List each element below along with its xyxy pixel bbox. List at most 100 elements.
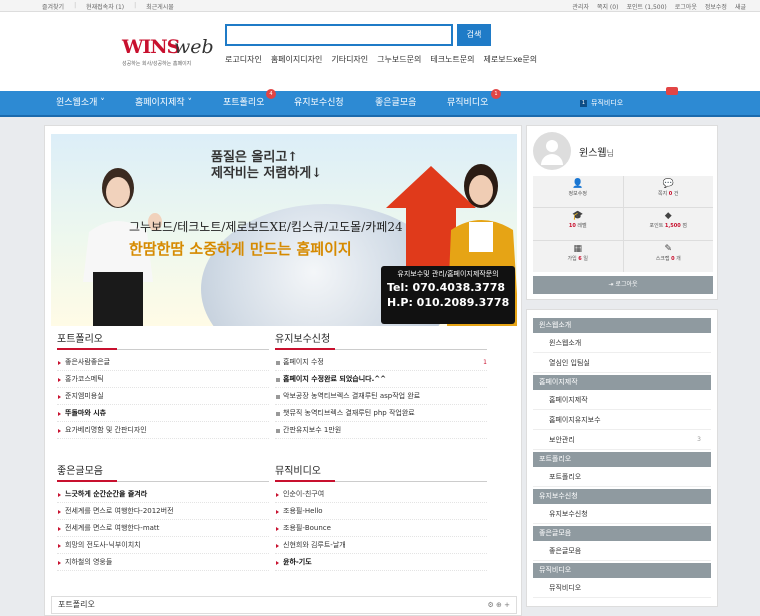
- nav-item-portfolio[interactable]: 포트폴리오: [223, 91, 264, 117]
- header: WINS web 성공하는 회사/성공하는 홈페이지 검색 로고디자인 홈페이지…: [0, 12, 760, 91]
- list-item[interactable]: 악보공장 농역티브렉스 결재루틴 asp작업 완료: [275, 388, 487, 405]
- calendar-icon: ▦: [573, 243, 582, 254]
- list-item[interactable]: 챗뮤직 농역티브렉스 결재루틴 php 작업완료: [275, 405, 487, 422]
- sidebar-item-count: 3: [697, 436, 701, 443]
- main-content: 품질은 올리고↑ 제작비는 저렴하게↓ 그누보드/테크노트/제로보드XE/킴스큐…: [44, 125, 522, 616]
- sidebar-item-about[interactable]: 윈스웹소개: [533, 333, 711, 353]
- profile-nickname: 윈스웹: [579, 148, 607, 159]
- list-item[interactable]: 조용필-Bounce: [275, 520, 487, 537]
- sidebar-item-label: 보안관리: [549, 436, 575, 444]
- nav-item-music-video[interactable]: 뮤직비디오: [447, 91, 488, 117]
- sidebar-item-security[interactable]: 보안관리 3: [533, 430, 711, 450]
- maintenance-latest-box: 유지보수신청 홈페이지 수정 1 홈페이지 수정완료 되었습니다.^^ 악보공장 …: [275, 330, 487, 439]
- box-title[interactable]: 유지보수신청: [275, 330, 487, 350]
- sidebar-group-good-writing[interactable]: 좋은글모음: [533, 526, 711, 541]
- profile-edit-cell[interactable]: 👤 정보수정: [533, 176, 623, 208]
- sidebar-group-homepage[interactable]: 홈페이지제작: [533, 375, 711, 390]
- paperclip-icon: ✎: [664, 243, 673, 254]
- search-input[interactable]: [225, 24, 453, 46]
- list-item[interactable]: 요가베리명함 및 간판디자인: [57, 422, 269, 439]
- cell-unit: 점: [680, 223, 687, 230]
- quick-link-logo-design[interactable]: 로고디자인: [225, 54, 262, 65]
- cell-unit: 일: [581, 255, 588, 262]
- gallery-title[interactable]: 포트폴리오: [58, 600, 95, 609]
- favorites-link[interactable]: 즐겨찾기: [42, 2, 64, 11]
- profile-memo-cell[interactable]: 💬 쪽지 0 건: [623, 176, 713, 208]
- nav-item-maintenance[interactable]: 유지보수신청: [294, 91, 344, 117]
- list-item[interactable]: 홈페이지 수정완료 되었습니다.^^: [275, 371, 487, 388]
- new-posts-link[interactable]: 새글: [735, 2, 746, 11]
- cell-unit: 레벨: [575, 223, 587, 230]
- banner-slogan: 한땀한땀 소중하게 만드는 홈페이지: [129, 240, 352, 258]
- site-logo[interactable]: WINS web 성공하는 회사/성공하는 홈페이지: [122, 36, 218, 74]
- current-users-link[interactable]: 현재접속자 (1): [86, 2, 124, 11]
- cell-label: 스크랩: [655, 255, 672, 262]
- quick-link-homepage-design[interactable]: 홈페이지디자인: [271, 54, 323, 65]
- contact-tel: Tel: 070.4038.3778: [387, 281, 506, 294]
- list-item-text: 홈페이지 수정: [283, 358, 324, 366]
- points-link[interactable]: 포인트 (1,500): [626, 2, 666, 11]
- list-item[interactable]: 윤하-기도: [275, 554, 487, 571]
- list-item[interactable]: 홈페이지 수정 1: [275, 354, 487, 371]
- nav-music-video-shortcut[interactable]: 1 뮤직비디오: [580, 91, 623, 115]
- list-item[interactable]: 홍가코스메틱: [57, 371, 269, 388]
- quick-link-etc-design[interactable]: 기타디자인: [331, 54, 368, 65]
- memo-link[interactable]: 쪽지 (0): [597, 2, 618, 11]
- profile-points-cell[interactable]: ◆ 포인트 1,500 점: [623, 208, 713, 240]
- list-item[interactable]: 신현희와 김루트-날개: [275, 537, 487, 554]
- logout-link[interactable]: 로그아웃: [675, 2, 697, 11]
- list-item[interactable]: 준지엠미용실: [57, 388, 269, 405]
- sidebar-item-maintenance[interactable]: 유지보수신청: [533, 504, 711, 524]
- nav-item-homepage[interactable]: 홈페이지제작 ˅: [135, 91, 192, 117]
- cell-label: 포인트: [649, 223, 665, 230]
- contact-hp: H.P: 010.2089.3778: [387, 296, 510, 309]
- admin-link[interactable]: 관리자: [572, 2, 589, 11]
- main-banner[interactable]: 품질은 올리고↑ 제작비는 저렴하게↓ 그누보드/테크노트/제로보드XE/킴스큐…: [51, 134, 517, 326]
- cell-value: 10: [568, 223, 576, 230]
- quick-links: 로고디자인 홈페이지디자인 기타디자인 그누보드문의 테크노트문의 제로보드xe…: [225, 54, 537, 65]
- list-item[interactable]: 전세계를 면스로 여행한다-2012버전: [57, 503, 269, 520]
- chat-icon: 💬: [662, 179, 674, 189]
- avatar: [533, 132, 571, 170]
- list-item[interactable]: 조용필-Hello: [275, 503, 487, 520]
- sidebar-item-homepage[interactable]: 홈페이지제작: [533, 390, 711, 410]
- sidebar-item-good-writing[interactable]: 좋은글모음: [533, 541, 711, 561]
- list-item[interactable]: 느긋하게 순간순간을 즐겨라: [57, 486, 269, 503]
- gallery-controls-icon[interactable]: ⚙ ⊕ +: [488, 597, 510, 613]
- nav-marker: [666, 87, 678, 95]
- logout-button[interactable]: ⇥ 로그아웃: [533, 276, 713, 294]
- list-item[interactable]: 전세계를 면스로 여행한다-matt: [57, 520, 269, 537]
- search-button[interactable]: 검색: [457, 24, 491, 46]
- profile-scrap-cell[interactable]: ✎ 스크랩 0 개: [623, 240, 713, 272]
- nav-item-good-writing[interactable]: 좋은글모음: [375, 91, 416, 117]
- sidebar-item-portfolio[interactable]: 포트폴리오: [533, 467, 711, 487]
- recent-posts-link[interactable]: 최근게시물: [146, 2, 174, 11]
- box-title[interactable]: 뮤직비디오: [275, 462, 487, 482]
- sidebar-group-about[interactable]: 윈스웹소개: [533, 318, 711, 333]
- sidebar-group-portfolio[interactable]: 포트폴리오: [533, 452, 711, 467]
- quick-link-gnuboard[interactable]: 그누보드문의: [377, 54, 421, 65]
- list-item[interactable]: 간판유지보수 1만원: [275, 422, 487, 439]
- sidebar-item-music-video[interactable]: 뮤직비디오: [533, 578, 711, 598]
- banner-line-quality: 품질은 올리고↑: [211, 150, 299, 165]
- quick-link-technote[interactable]: 테크노트문의: [430, 54, 474, 65]
- sidebar-item-homepage-maintenance[interactable]: 홈페이지유지보수: [533, 410, 711, 430]
- cell-value: 1,500: [664, 223, 681, 230]
- quick-link-zeroboard[interactable]: 제로보드xe문의: [484, 54, 538, 65]
- main-nav: 윈스웹소개 ˅ 홈페이지제작 ˅ 포트폴리오 4 유지보수신청 좋은글모음 뮤직…: [0, 87, 760, 117]
- list-item[interactable]: 지하철의 영웅들: [57, 554, 269, 571]
- box-title[interactable]: 좋은글모음: [57, 462, 269, 482]
- edit-profile-link[interactable]: 정보수정: [705, 2, 727, 11]
- box-title[interactable]: 포트폴리오: [57, 330, 269, 350]
- sidebar-item-staff[interactable]: 열심인 입팀실: [533, 353, 711, 373]
- logo-slogan: 성공하는 회사/성공하는 홈페이지: [122, 61, 192, 67]
- list-item[interactable]: 좋은사람좋은글: [57, 354, 269, 371]
- user-plus-icon: 👤: [572, 179, 584, 189]
- banner-headline: 품질은 올리고↑ 제작비는 저렴하게↓: [211, 150, 322, 182]
- list-item[interactable]: 희망의 전도사-닉부이치치: [57, 537, 269, 554]
- list-item[interactable]: 인순이-친구여: [275, 486, 487, 503]
- sidebar-group-maintenance[interactable]: 유지보수신청: [533, 489, 711, 504]
- nav-item-about[interactable]: 윈스웹소개 ˅: [56, 91, 105, 117]
- list-item[interactable]: 뚜돌마와 시츄: [57, 405, 269, 422]
- sidebar-group-music-video[interactable]: 뮤직비디오: [533, 563, 711, 578]
